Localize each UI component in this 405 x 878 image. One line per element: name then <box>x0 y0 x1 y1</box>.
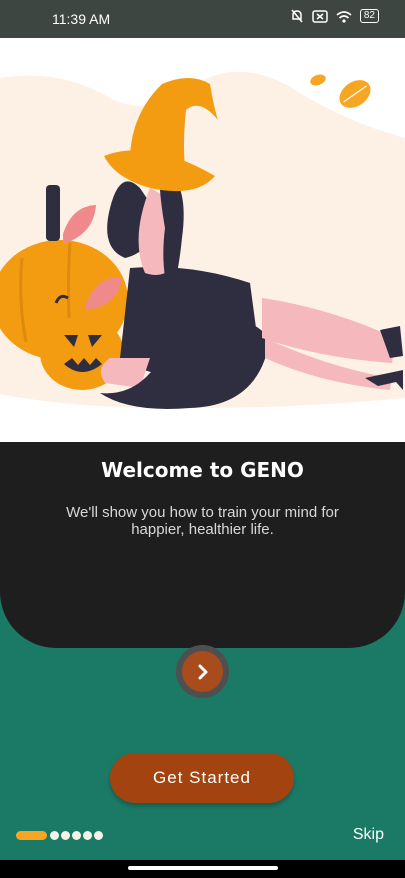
page-indicator-dot <box>61 831 70 840</box>
sim-off-icon <box>312 9 328 23</box>
page-indicator-dot <box>50 831 59 840</box>
status-icons: 82 <box>290 9 379 23</box>
battery-indicator: 82 <box>359 9 379 23</box>
status-time: 11:39 AM <box>52 11 111 27</box>
page-indicator-dot <box>94 831 103 840</box>
get-started-button[interactable]: Get Started <box>110 753 294 803</box>
leaf-small-icon <box>310 74 326 86</box>
witch-pumpkin-illustration <box>0 71 405 409</box>
next-button[interactable] <box>176 645 229 698</box>
status-bar: 11:39 AM 82 <box>0 0 405 38</box>
page-indicators <box>16 831 103 840</box>
wifi-icon <box>336 10 352 23</box>
leaf-large-icon <box>339 80 371 108</box>
hero-illustration <box>0 38 405 442</box>
chevron-right-icon <box>198 664 207 679</box>
home-indicator[interactable] <box>128 866 278 870</box>
skip-button[interactable]: Skip <box>353 826 384 844</box>
page-indicator-active <box>16 831 47 840</box>
page-indicator-dot <box>83 831 92 840</box>
bell-muted-icon <box>291 9 303 23</box>
page-indicator-dot <box>72 831 81 840</box>
welcome-title: Welcome to GENO <box>101 458 304 482</box>
next-button-inner[interactable] <box>182 651 223 692</box>
welcome-subtitle: We'll show you how to train your mind fo… <box>66 504 339 538</box>
